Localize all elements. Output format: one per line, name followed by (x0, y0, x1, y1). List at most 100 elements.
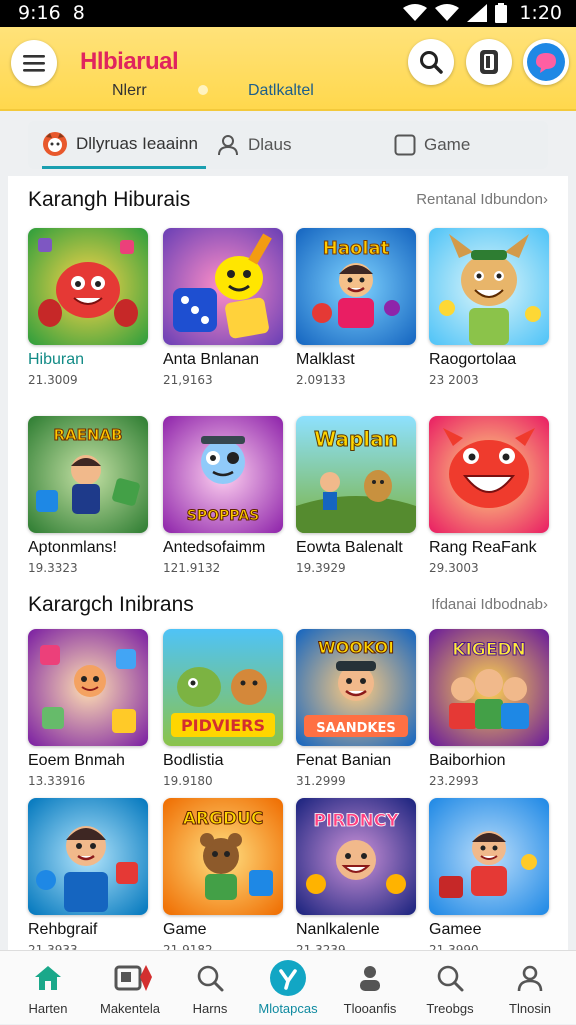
filter-tab-label: Dllyruas Ieaainn (76, 133, 198, 153)
game-title: Gamee (429, 921, 482, 938)
thumb-logo-text: PIDVIERS (181, 716, 265, 735)
nav-item-home[interactable]: Harten (12, 951, 84, 1025)
game-card[interactable]: Rehbgraif 21.3933 (28, 798, 150, 957)
section-see-all-link[interactable]: Rentanal Idbundon› (416, 191, 548, 208)
status-clock: 1:20 (519, 2, 562, 24)
game-title: Rehbgraif (28, 921, 98, 938)
game-card[interactable]: Hiburan 21.3009 (28, 228, 150, 387)
game-card[interactable]: Eoem Bnmah 13.33916 (28, 629, 150, 788)
thumb-logo-text: ARGDUC (183, 809, 264, 829)
game-meta: 23.2993 (429, 774, 479, 788)
chat-button[interactable] (523, 39, 569, 85)
game-thumbnail: Haolat (296, 228, 416, 345)
section-see-all-link[interactable]: Ifdanai Idbodnab› (431, 596, 548, 613)
header-subtitle-right[interactable]: Datlkaltel (248, 82, 314, 100)
game-meta: 2.09133 (296, 373, 346, 387)
nav-item-user[interactable]: Tlooanfis (334, 951, 406, 1025)
game-thumbnail (28, 798, 148, 915)
game-meta: 19.3929 (296, 561, 346, 575)
nav-item-search[interactable]: Harns (174, 951, 246, 1025)
nav-item-search-2[interactable]: Treobgs (414, 951, 486, 1025)
game-card[interactable]: Rang ReaFank 29.3003 (429, 416, 551, 575)
nav-item-store[interactable]: Makentela (94, 951, 166, 1025)
filter-tab-label: Dlaus (248, 135, 292, 154)
thumb-logo-text: WOOKOI (318, 638, 394, 657)
thumb-logo-text: Haolat (323, 238, 390, 259)
game-card[interactable]: Anta Bnlanan 21,9163 (163, 228, 285, 387)
search-icon (420, 51, 443, 74)
game-title: Nanlkalenle (296, 921, 380, 938)
thumb-logo-text: SAANDKES (316, 721, 395, 736)
nav-item-app[interactable]: Mlotapcas (252, 951, 324, 1025)
game-thumbnail: KIGEDN (429, 629, 549, 746)
filter-tab-label: Game (424, 135, 471, 154)
game-card[interactable]: PIRDNCY Nanlkalenle 21.3239 (296, 798, 418, 957)
game-meta: 21.3009 (28, 373, 78, 387)
filter-bar: Dllyruas Ieaainn Dlaus Game (28, 121, 548, 169)
profile-icon (517, 965, 543, 992)
game-card[interactable]: KIGEDN Baiborhion 23.2993 (429, 629, 551, 788)
nav-label: Treobgs (426, 1001, 474, 1016)
game-card[interactable]: Gamee 21.3990 (429, 798, 551, 957)
game-card[interactable]: RAENAB Aptonmlans! 19.3323 (28, 416, 150, 575)
game-title: Eoem Bnmah (28, 752, 125, 769)
nav-label: Harten (28, 1001, 68, 1016)
thumb-logo-text: KIGEDN (452, 640, 525, 660)
search-button[interactable] (408, 39, 454, 85)
game-card[interactable]: Waplan Eowta Balenalt 19.3929 (296, 416, 418, 575)
user-icon (360, 966, 380, 991)
header-subtitle-left[interactable]: Nlerr (112, 82, 147, 100)
wifi-icon (403, 4, 428, 21)
battery-icon (495, 3, 508, 23)
search-icon (197, 965, 224, 992)
game-card[interactable]: WOOKOI SAANDKES Fenat Banian 31.2999 (296, 629, 418, 788)
home-icon (35, 966, 61, 990)
nav-label: Tlooanfis (343, 1001, 397, 1016)
status-time: 9:16 8 (18, 2, 85, 24)
game-meta: 19.9180 (163, 774, 213, 788)
section-title: Karangh Hiburais (28, 188, 191, 211)
game-thumbnail: WOOKOI SAANDKES (296, 629, 416, 746)
document-button[interactable] (466, 39, 512, 85)
game-meta: 21,9163 (163, 373, 213, 387)
app-logo-icon (270, 960, 306, 996)
document-icon (480, 50, 498, 74)
game-thumbnail: ARGDUC (163, 798, 283, 915)
game-card[interactable]: SPOPPAS Antedsofaimm 121.9132 (163, 416, 285, 575)
filter-tab-featured[interactable]: Dllyruas Ieaainn (42, 121, 206, 169)
nav-label: Harns (192, 1001, 228, 1016)
avatar-icon (43, 131, 67, 156)
game-card[interactable]: PIDVIERS Bodlistia 19.9180 (163, 629, 285, 788)
game-card[interactable]: ARGDUC Game 21.9182 (163, 798, 285, 957)
section-title: Karargch Inibrans (28, 593, 194, 616)
game-meta: 23 2003 (429, 373, 479, 387)
thumb-logo-text: SPOPPAS (187, 508, 259, 524)
filter-tab-users[interactable]: Dlaus (216, 121, 291, 169)
chat-icon (527, 43, 565, 81)
game-title: Hiburan (28, 351, 85, 368)
search-icon (437, 965, 464, 992)
game-title: Baiborhion (429, 752, 506, 769)
bottom-navigation: Harten Makentela Harns Mlotapcas Tlooanf… (0, 950, 576, 1024)
game-thumbnail (28, 228, 148, 345)
game-title: Anta Bnlanan (163, 351, 260, 368)
game-thumbnail: RAENAB (28, 416, 148, 533)
signal-icon (467, 4, 488, 22)
thumb-logo-text: RAENAB (53, 426, 122, 444)
game-meta: 19.3323 (28, 561, 78, 575)
app-header: Hlbiarual Nlerr Datlkaltel (0, 27, 576, 111)
game-card[interactable]: Raogortolaa 23 2003 (429, 228, 551, 387)
game-card[interactable]: Haolat Malklast 2.09133 (296, 228, 418, 387)
checkbox-icon (394, 134, 416, 156)
status-icons: 1:20 (403, 2, 562, 24)
nav-label: Tlnosin (509, 1001, 551, 1016)
game-thumbnail: PIDVIERS (163, 629, 283, 746)
filter-tab-game[interactable]: Game (394, 121, 470, 169)
nav-label: Makentela (100, 1001, 160, 1016)
game-title: Rang ReaFank (429, 539, 537, 556)
game-meta: 13.33916 (28, 774, 86, 788)
menu-icon (23, 55, 45, 72)
nav-item-profile[interactable]: Tlnosin (494, 951, 566, 1025)
game-meta: 31.2999 (296, 774, 346, 788)
menu-button[interactable] (11, 40, 57, 86)
